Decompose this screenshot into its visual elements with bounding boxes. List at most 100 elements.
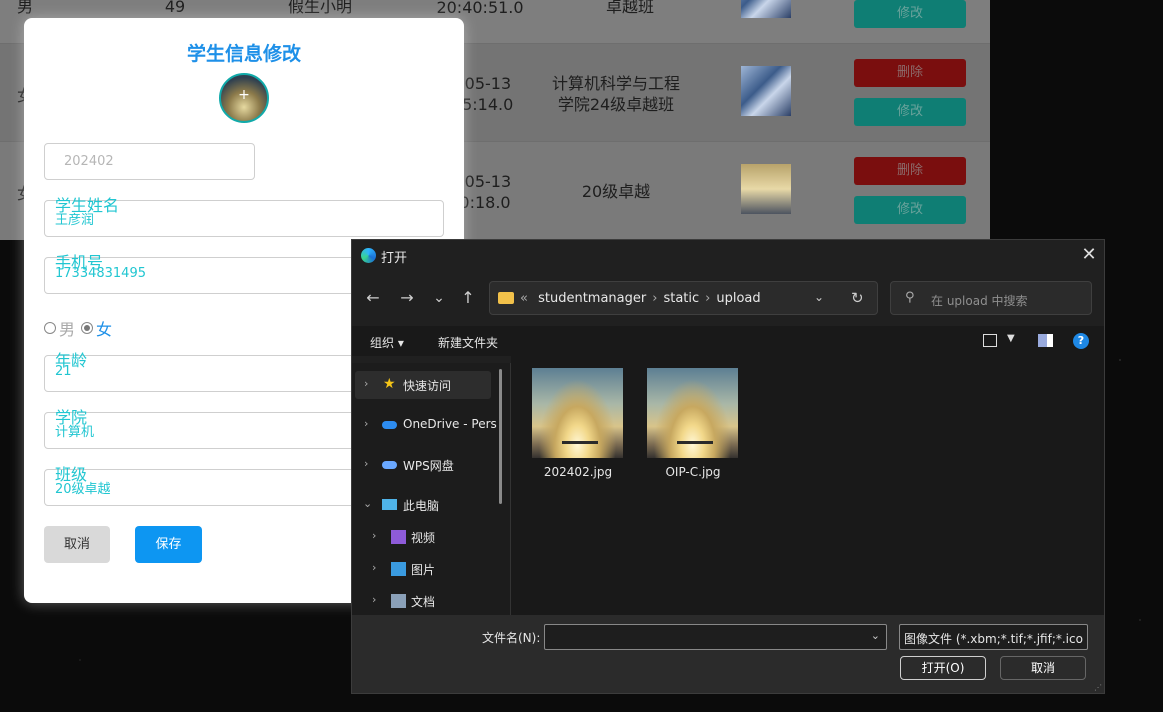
- command-bar: 组织 ▾ 新建文件夹 ▼ ?: [352, 326, 1104, 356]
- sidebar-item-wps-cloud[interactable]: › WPS网盘: [352, 451, 510, 479]
- breadcrumb-separator-icon: ›: [652, 291, 658, 306]
- open-button[interactable]: 打开(O): [900, 656, 986, 680]
- name-value: 王彦润: [55, 213, 95, 228]
- cancel-button[interactable]: 取消: [44, 526, 110, 563]
- file-name: OIP-C.jpg: [665, 465, 721, 479]
- edit-button[interactable]: 修改: [854, 196, 966, 224]
- filename-input[interactable]: ⌄: [544, 624, 887, 650]
- dialog-title: 打开: [381, 251, 408, 266]
- filetype-select[interactable]: 图像文件 (*.xbm;*.tif;*.jfif;*.ico: [899, 624, 1088, 650]
- chevron-right-icon[interactable]: ›: [364, 377, 368, 390]
- recent-locations-chevron-icon[interactable]: ⌄: [426, 283, 452, 313]
- back-arrow-icon[interactable]: ←: [360, 283, 386, 313]
- cancel-button[interactable]: 取消: [1000, 656, 1086, 680]
- sidebar-scrollbar[interactable]: [499, 369, 502, 504]
- gender-cell: 男: [16, 0, 33, 16]
- name-field[interactable]: 学生姓名 王彦润: [44, 196, 444, 237]
- sidebar-item-this-pc[interactable]: ⌄ 此电脑: [352, 491, 510, 519]
- chevron-down-icon[interactable]: ⌄: [814, 290, 824, 304]
- chevron-down-icon[interactable]: ▼: [1007, 333, 1015, 344]
- organize-menu[interactable]: 组织 ▾: [370, 334, 404, 351]
- gender-female-label: 女: [96, 320, 113, 339]
- up-arrow-icon[interactable]: ↑: [455, 283, 481, 313]
- chevron-right-icon[interactable]: ›: [364, 457, 368, 470]
- sidebar-item-label: 此电脑: [403, 499, 440, 513]
- sidebar-item-label: OneDrive - Pers: [403, 417, 497, 431]
- partial-name-cell: 假生小明: [287, 0, 352, 16]
- student-photo: [741, 66, 791, 116]
- forward-arrow-icon[interactable]: →: [394, 283, 420, 313]
- close-icon[interactable]: ✕: [1078, 244, 1100, 266]
- file-item[interactable]: 202402.jpg: [532, 368, 624, 479]
- breadcrumb-item[interactable]: upload: [716, 291, 760, 306]
- wps-cloud-icon: [382, 461, 397, 469]
- edit-button[interactable]: 修改: [854, 0, 966, 28]
- chevron-right-icon[interactable]: ›: [364, 417, 368, 430]
- sidebar-item-quick-access[interactable]: › ★ 快速访问: [355, 371, 491, 399]
- breadcrumb: « studentmanager › static › upload: [520, 291, 761, 306]
- resize-grip-icon[interactable]: ⋰: [1094, 683, 1102, 692]
- sidebar-item-onedrive[interactable]: › OneDrive - Pers: [352, 411, 510, 439]
- cloud-icon: [382, 421, 397, 429]
- filename-label: 文件名(N):: [482, 631, 541, 645]
- partial-cell: 49: [164, 0, 186, 16]
- image-thumbnail: [532, 368, 623, 458]
- view-mode-icon[interactable]: [983, 334, 997, 347]
- folder-icon: [498, 292, 514, 304]
- new-folder-button[interactable]: 新建文件夹: [438, 334, 498, 351]
- address-bar[interactable]: « studentmanager › static › upload ⌄ ↻: [489, 281, 878, 315]
- breadcrumb-item[interactable]: static: [663, 291, 699, 306]
- search-input[interactable]: ⚲ 在 upload 中搜索: [890, 281, 1092, 315]
- edit-button[interactable]: 修改: [854, 98, 966, 126]
- chevron-down-icon[interactable]: ⌄: [363, 497, 372, 510]
- gender-male-label: 男: [59, 320, 76, 339]
- gender-radio-group: 男 女: [44, 316, 118, 340]
- save-button[interactable]: 保存: [135, 526, 202, 563]
- class-cell-line1: 计算机科学与工程: [551, 74, 680, 93]
- picture-icon: [391, 562, 406, 576]
- sidebar-item-label: WPS网盘: [403, 459, 454, 473]
- sidebar-item-pictures[interactable]: › 图片: [352, 555, 510, 583]
- chevron-down-icon[interactable]: ⌄: [871, 629, 880, 642]
- file-open-dialog: 打开 ✕ ← → ⌄ ↑ « studentmanager › static › upl…: [351, 239, 1105, 694]
- title-bar[interactable]: 打开 ✕: [352, 240, 1104, 270]
- file-name: 202402.jpg: [543, 465, 613, 479]
- delete-button[interactable]: 删除: [854, 157, 966, 185]
- student-id-field[interactable]: 202402: [44, 143, 255, 180]
- student-photo: [741, 164, 791, 214]
- delete-button[interactable]: 删除: [854, 59, 966, 87]
- sidebar-item-videos[interactable]: › 视频: [352, 523, 510, 551]
- gender-male-radio[interactable]: [44, 322, 56, 334]
- breadcrumb-item[interactable]: studentmanager: [538, 291, 646, 306]
- time-cell: 20:40:51.0: [436, 0, 524, 17]
- class-cell: 卓越班: [605, 0, 654, 16]
- age-value: 21: [55, 364, 72, 379]
- plus-icon: +: [238, 87, 250, 103]
- chevron-right-icon[interactable]: ›: [372, 529, 376, 542]
- dialog-footer: 文件名(N): ⌄ 图像文件 (*.xbm;*.tif;*.jfif;*.ico…: [352, 615, 1104, 693]
- computer-icon: [382, 499, 397, 510]
- chevron-right-icon[interactable]: ›: [372, 561, 376, 574]
- student-photo: [741, 0, 791, 18]
- preview-pane-icon[interactable]: [1038, 334, 1053, 347]
- college-value: 计算机: [55, 425, 95, 440]
- class-cell-line2: 学院24级卓越班: [557, 95, 675, 114]
- navigation-pane: › ★ 快速访问 › OneDrive - Pers › WPS网盘 ⌄ 此电脑…: [352, 363, 510, 615]
- deer-silhouette: [677, 414, 713, 444]
- document-icon: [391, 594, 406, 608]
- search-placeholder: 在 upload 中搜索: [931, 294, 1028, 308]
- search-icon: ⚲: [905, 290, 915, 305]
- help-icon[interactable]: ?: [1073, 333, 1089, 349]
- chevron-right-icon[interactable]: ›: [372, 593, 376, 606]
- gender-female-radio[interactable]: [81, 322, 94, 334]
- sidebar-item-documents[interactable]: › 文档: [352, 587, 510, 615]
- file-item[interactable]: OIP-C.jpg: [647, 368, 739, 479]
- sidebar-item-label: 视频: [411, 531, 436, 545]
- edge-app-icon: [361, 248, 376, 263]
- avatar-upload[interactable]: +: [219, 73, 269, 123]
- student-id-value: 202402: [64, 154, 114, 169]
- breadcrumb-separator-icon: ›: [705, 291, 711, 306]
- class-value: 20级卓越: [55, 482, 111, 497]
- refresh-icon[interactable]: ↻: [851, 289, 864, 307]
- breadcrumb-overflow[interactable]: «: [520, 291, 528, 306]
